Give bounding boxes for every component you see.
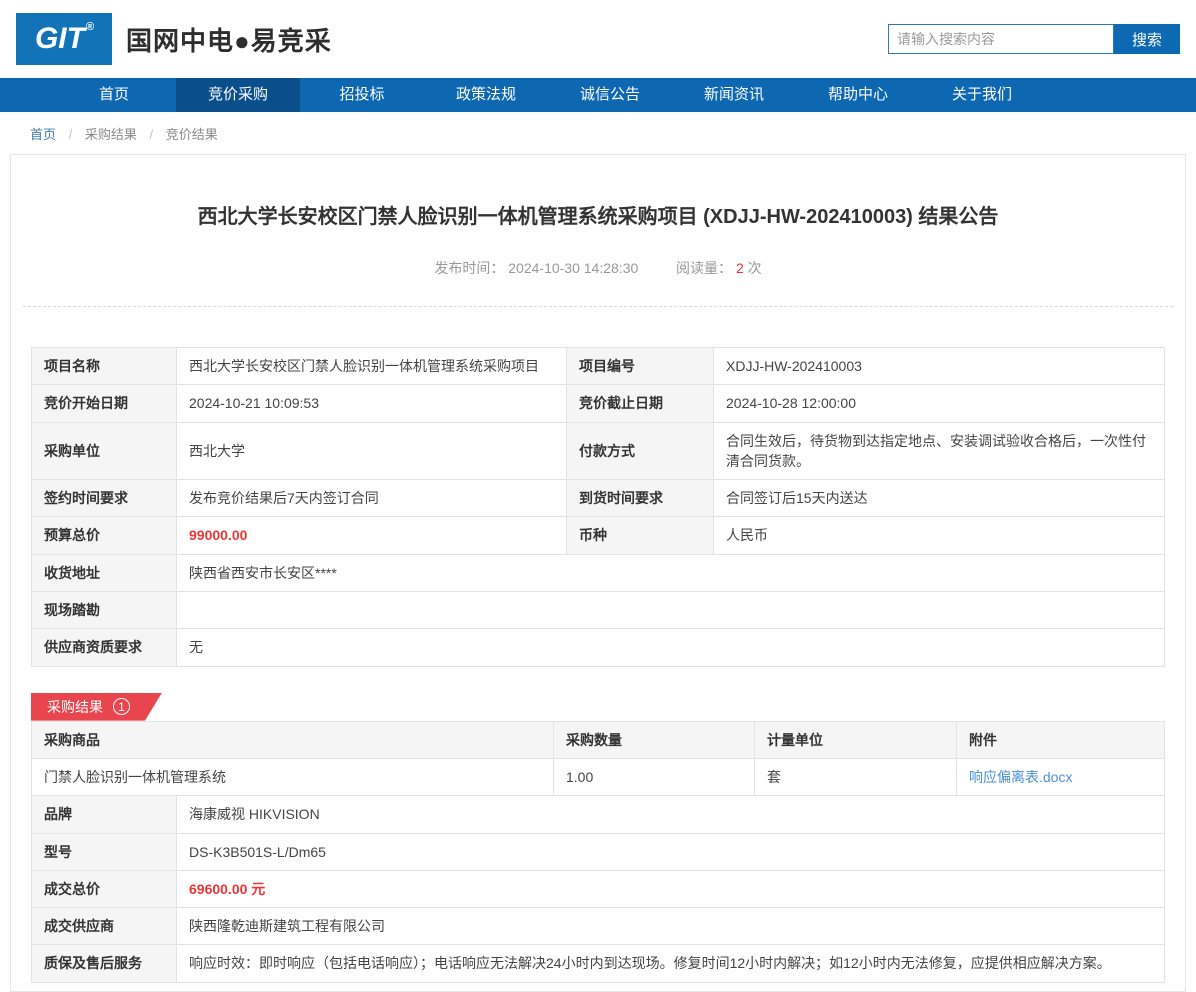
search-input[interactable]: [888, 24, 1114, 54]
result-count-badge: 1: [113, 698, 130, 715]
supplier-value: 陕西隆乾迪斯建筑工程有限公司: [177, 908, 1165, 945]
nav-item-bidding-purchase[interactable]: 竞价采购: [176, 78, 300, 112]
views-count: 2: [736, 260, 744, 276]
bid-deadline-value: 2024-10-28 12:00:00: [714, 385, 1165, 422]
table-row: 项目名称 西北大学长安校区门禁人脸识别一体机管理系统采购项目 项目编号 XDJJ…: [32, 348, 1165, 385]
table-row: 质保及售后服务 响应时效：即时响应（包括电话响应）；电话响应无法解决24小时内到…: [32, 945, 1165, 982]
project-code-value: XDJJ-HW-202410003: [714, 348, 1165, 385]
project-name-value: 西北大学长安校区门禁人脸识别一体机管理系统采购项目: [177, 348, 567, 385]
publish-meta: 发布时间： 2024-10-30 14:28:30 阅读量： 2 次: [23, 231, 1173, 307]
sign-time-label: 签约时间要求: [32, 480, 177, 517]
payment-label: 付款方式: [567, 422, 714, 480]
qualification-value: 无: [177, 629, 1165, 666]
search-bar: 搜索: [888, 24, 1180, 54]
currency-label: 币种: [567, 517, 714, 554]
table-row: 门禁人脸识别一体机管理系统 1.00 套 响应偏离表.docx: [32, 758, 1165, 795]
project-code-label: 项目编号: [567, 348, 714, 385]
table-row: 预算总价 99000.00 币种 人民币: [32, 517, 1165, 554]
breadcrumb-separator: /: [150, 127, 154, 142]
project-name-label: 项目名称: [32, 348, 177, 385]
publish-time-label: 发布时间：: [434, 260, 504, 276]
attachment-cell: 响应偏离表.docx: [957, 758, 1165, 795]
attachment-column-header: 附件: [957, 721, 1165, 758]
logo-text: GIT: [35, 22, 85, 56]
deal-price-label: 成交总价: [32, 870, 177, 907]
nav-item-home[interactable]: 首页: [52, 78, 176, 112]
site-name: 国网中电●易竞采: [126, 21, 332, 58]
table-row: 收货地址 陕西省西安市长安区****: [32, 554, 1165, 591]
buyer-label: 采购单位: [32, 422, 177, 480]
breadcrumb-bid-results: 竞价结果: [166, 127, 218, 142]
sign-time-value: 发布竞价结果后7天内签订合同: [177, 480, 567, 517]
site-survey-value: [177, 592, 1165, 629]
unit-column-header: 计量单位: [755, 721, 957, 758]
model-value: DS-K3B501S-L/Dm65: [177, 833, 1165, 870]
product-column-header: 采购商品: [32, 721, 554, 758]
nav-item-integrity-notices[interactable]: 诚信公告: [548, 78, 672, 112]
site-header: GIT® 国网中电●易竞采 搜索: [0, 0, 1196, 78]
table-row: 竞价开始日期 2024-10-21 10:09:53 竞价截止日期 2024-1…: [32, 385, 1165, 422]
main-nav: 首页 竞价采购 招投标 政策法规 诚信公告 新闻资讯 帮助中心 关于我们: [0, 78, 1196, 112]
address-label: 收货地址: [32, 554, 177, 591]
bid-deadline-label: 竞价截止日期: [567, 385, 714, 422]
brand-label: 品牌: [32, 796, 177, 833]
attachment-link[interactable]: 响应偏离表.docx: [969, 769, 1072, 785]
breadcrumb-home[interactable]: 首页: [30, 127, 56, 142]
payment-value: 合同生效后，待货物到达指定地点、安装调试验收合格后，一次性付清合同货款。: [714, 422, 1165, 480]
views-unit: 次: [748, 260, 762, 276]
breadcrumb-separator: /: [69, 127, 73, 142]
supplier-label: 成交供应商: [32, 908, 177, 945]
table-row: 成交供应商 陕西隆乾迪斯建筑工程有限公司: [32, 908, 1165, 945]
publish-time-value: 2024-10-30 14:28:30: [508, 260, 638, 276]
delivery-time-label: 到货时间要求: [567, 480, 714, 517]
address-value: 陕西省西安市长安区****: [177, 554, 1165, 591]
product-value: 门禁人脸识别一体机管理系统: [32, 758, 554, 795]
table-row: 供应商资质要求 无: [32, 629, 1165, 666]
unit-value: 套: [755, 758, 957, 795]
nav-item-help-center[interactable]: 帮助中心: [796, 78, 920, 112]
search-button[interactable]: 搜索: [1114, 24, 1180, 54]
nav-item-tenders[interactable]: 招投标: [300, 78, 424, 112]
purchase-result-table: 采购商品 采购数量 计量单位 附件 门禁人脸识别一体机管理系统 1.00 套 响…: [31, 721, 1165, 983]
table-row: 现场踏勘: [32, 592, 1165, 629]
views-label: 阅读量：: [676, 260, 732, 276]
table-row: 采购单位 西北大学 付款方式 合同生效后，待货物到达指定地点、安装调试验收合格后…: [32, 422, 1165, 480]
table-row: 成交总价 69600.00 元: [32, 870, 1165, 907]
brand-value: 海康威视 HIKVISION: [177, 796, 1165, 833]
delivery-time-value: 合同签订后15天内送达: [714, 480, 1165, 517]
table-row: 型号 DS-K3B501S-L/Dm65: [32, 833, 1165, 870]
purchase-result-ribbon: 采购结果 1: [31, 693, 162, 721]
table-row: 签约时间要求 发布竞价结果后7天内签订合同 到货时间要求 合同签订后15天内送达: [32, 480, 1165, 517]
table-header-row: 采购商品 采购数量 计量单位 附件: [32, 721, 1165, 758]
table-row: 品牌 海康威视 HIKVISION: [32, 796, 1165, 833]
bid-start-label: 竞价开始日期: [32, 385, 177, 422]
buyer-value: 西北大学: [177, 422, 567, 480]
warranty-label: 质保及售后服务: [32, 945, 177, 982]
budget-value: 99000.00: [177, 517, 567, 554]
currency-value: 人民币: [714, 517, 1165, 554]
model-label: 型号: [32, 833, 177, 870]
nav-item-news[interactable]: 新闻资讯: [672, 78, 796, 112]
page-title: 西北大学长安校区门禁人脸识别一体机管理系统采购项目 (XDJJ-HW-20241…: [51, 203, 1145, 231]
registered-mark-icon: ®: [86, 21, 94, 33]
purchase-result-label: 采购结果: [47, 697, 103, 717]
announcement-card: 西北大学长安校区门禁人脸识别一体机管理系统采购项目 (XDJJ-HW-20241…: [10, 154, 1186, 992]
qualification-label: 供应商资质要求: [32, 629, 177, 666]
site-survey-label: 现场踏勘: [32, 592, 177, 629]
quantity-column-header: 采购数量: [554, 721, 755, 758]
breadcrumb-purchase-results[interactable]: 采购结果: [85, 127, 137, 142]
breadcrumb: 首页 / 采购结果 / 竞价结果: [0, 112, 1196, 154]
bid-start-value: 2024-10-21 10:09:53: [177, 385, 567, 422]
project-info-table: 项目名称 西北大学长安校区门禁人脸识别一体机管理系统采购项目 项目编号 XDJJ…: [31, 347, 1165, 667]
deal-price-value: 69600.00 元: [177, 870, 1165, 907]
nav-item-policies[interactable]: 政策法规: [424, 78, 548, 112]
warranty-value: 响应时效：即时响应（包括电话响应）；电话响应无法解决24小时内到达现场。修复时间…: [177, 945, 1165, 982]
site-logo[interactable]: GIT®: [16, 13, 112, 65]
quantity-value: 1.00: [554, 758, 755, 795]
nav-item-about-us[interactable]: 关于我们: [920, 78, 1044, 112]
budget-label: 预算总价: [32, 517, 177, 554]
